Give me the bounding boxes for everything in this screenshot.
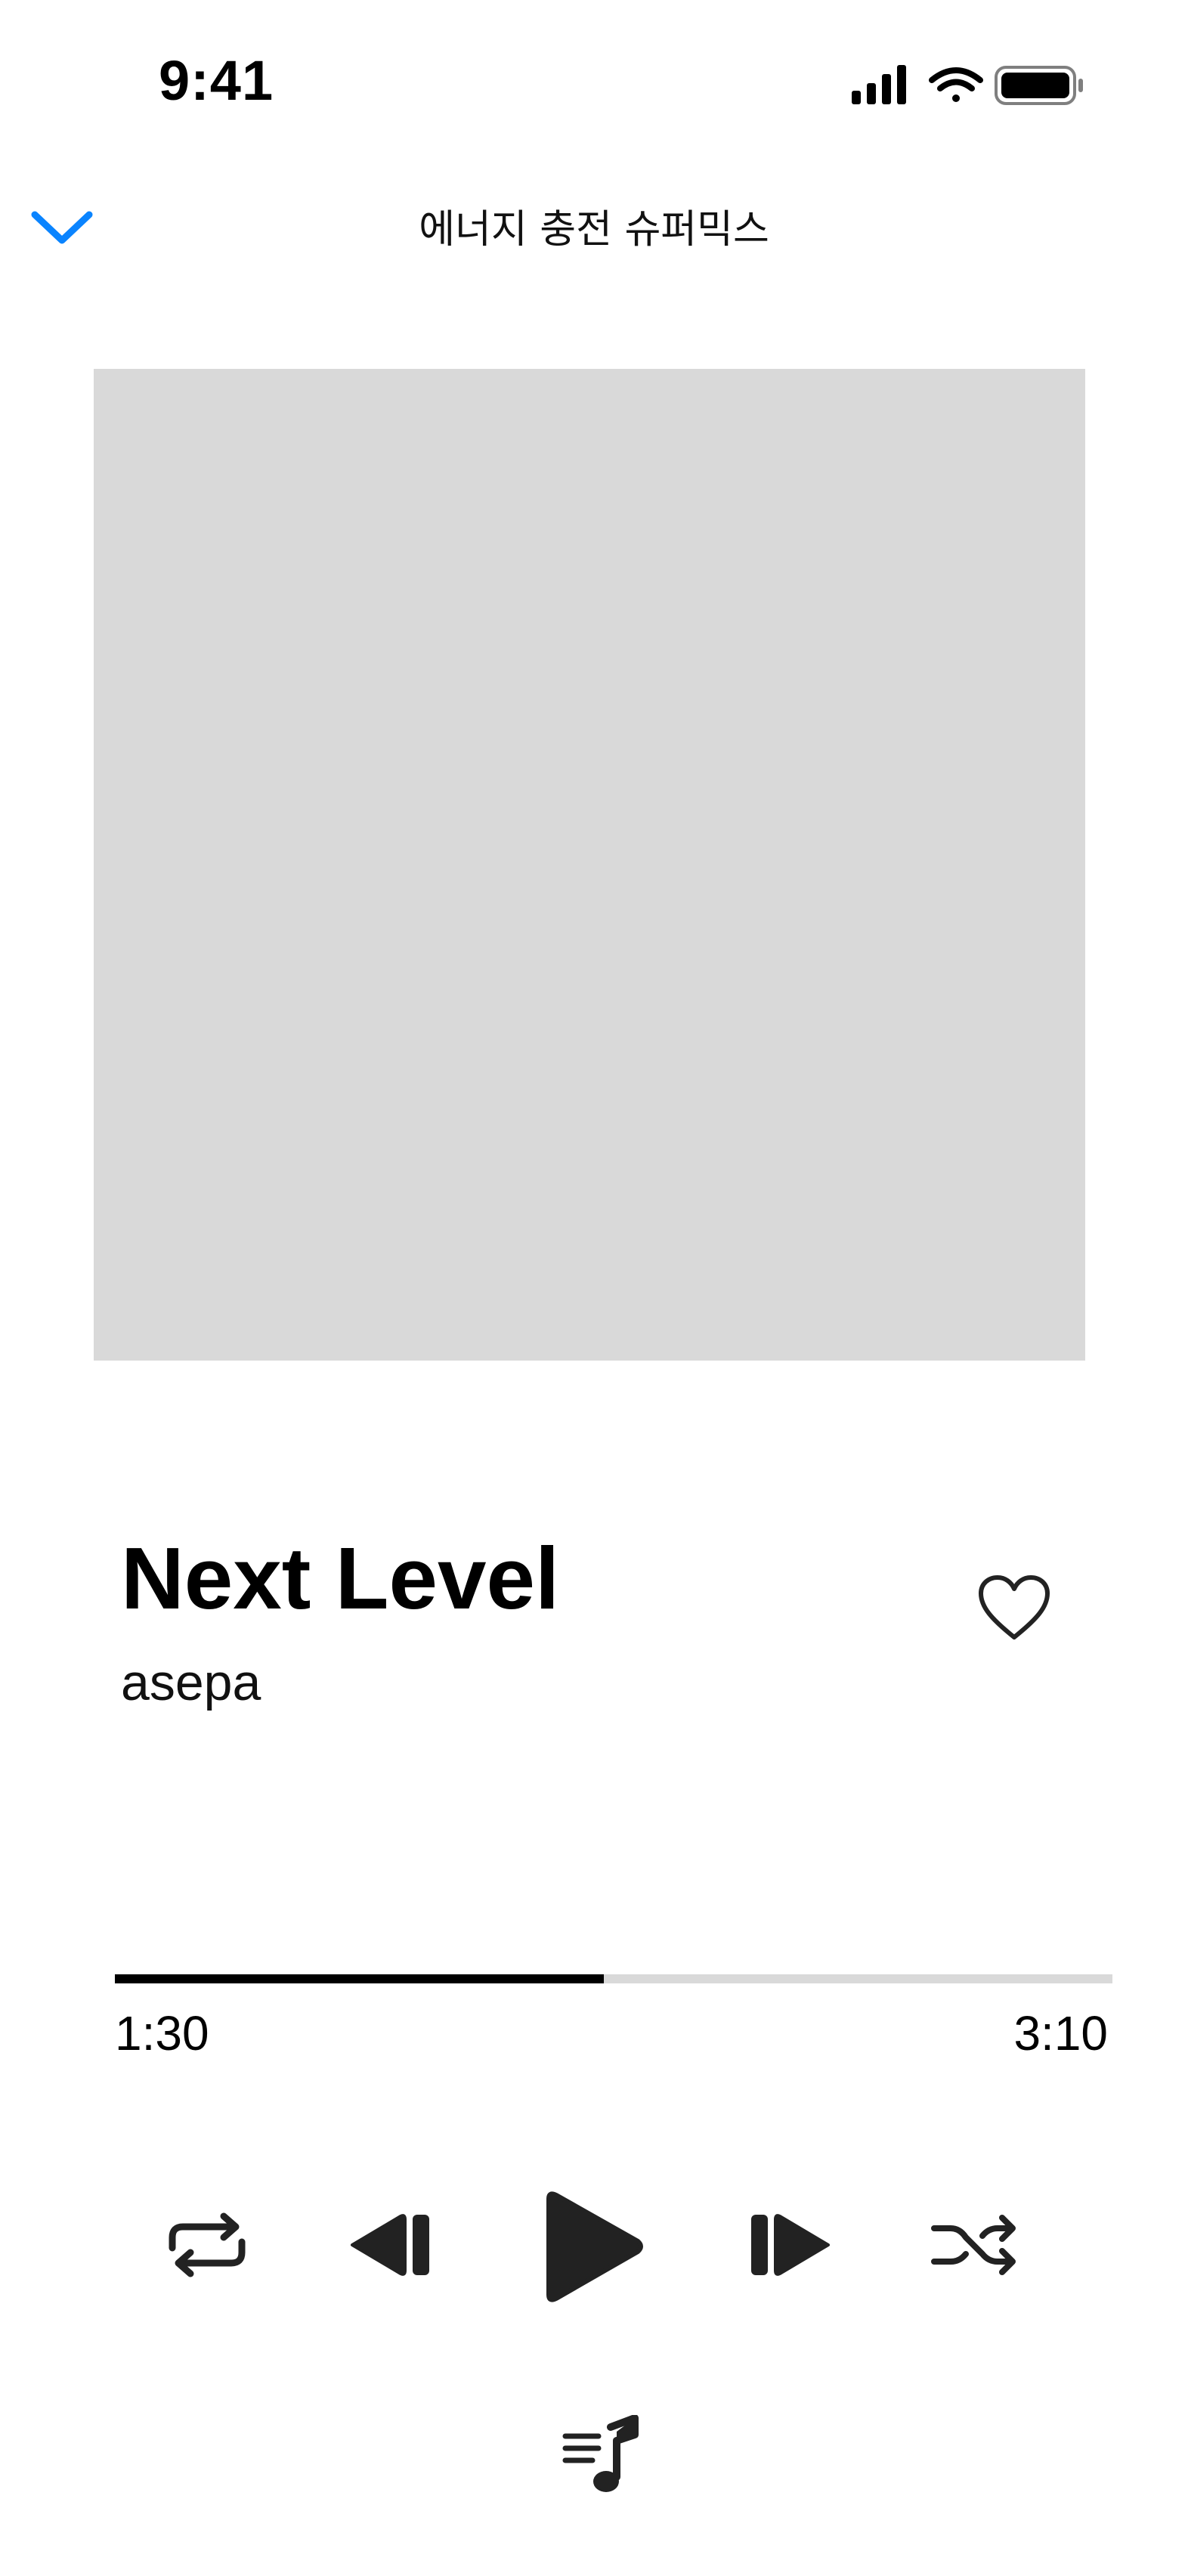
repeat-icon[interactable] (165, 2207, 249, 2283)
track-title: Next Level (121, 1529, 560, 1627)
elapsed-time: 1:30 (115, 2006, 209, 2060)
wifi-icon (929, 67, 983, 102)
heart-icon[interactable] (976, 1574, 1052, 1643)
cellular-signal-icon (852, 65, 906, 104)
album-art (94, 369, 1085, 1361)
total-time: 3:10 (1013, 2006, 1108, 2060)
music-queue-icon[interactable] (559, 2415, 642, 2498)
previous-icon[interactable] (348, 2207, 438, 2283)
shuffle-icon[interactable] (930, 2207, 1020, 2283)
status-time: 9:41 (159, 49, 274, 112)
battery-icon (995, 66, 1083, 105)
progress-bar[interactable] (115, 1974, 1112, 1983)
play-icon[interactable] (537, 2188, 646, 2305)
playlist-title: 에너지 충전 슈퍼믹스 (419, 207, 769, 252)
track-artist[interactable]: asepa (121, 1652, 261, 1713)
status-icons (850, 63, 1092, 109)
next-icon[interactable] (742, 2207, 833, 2283)
progress-fill (115, 1974, 604, 1983)
